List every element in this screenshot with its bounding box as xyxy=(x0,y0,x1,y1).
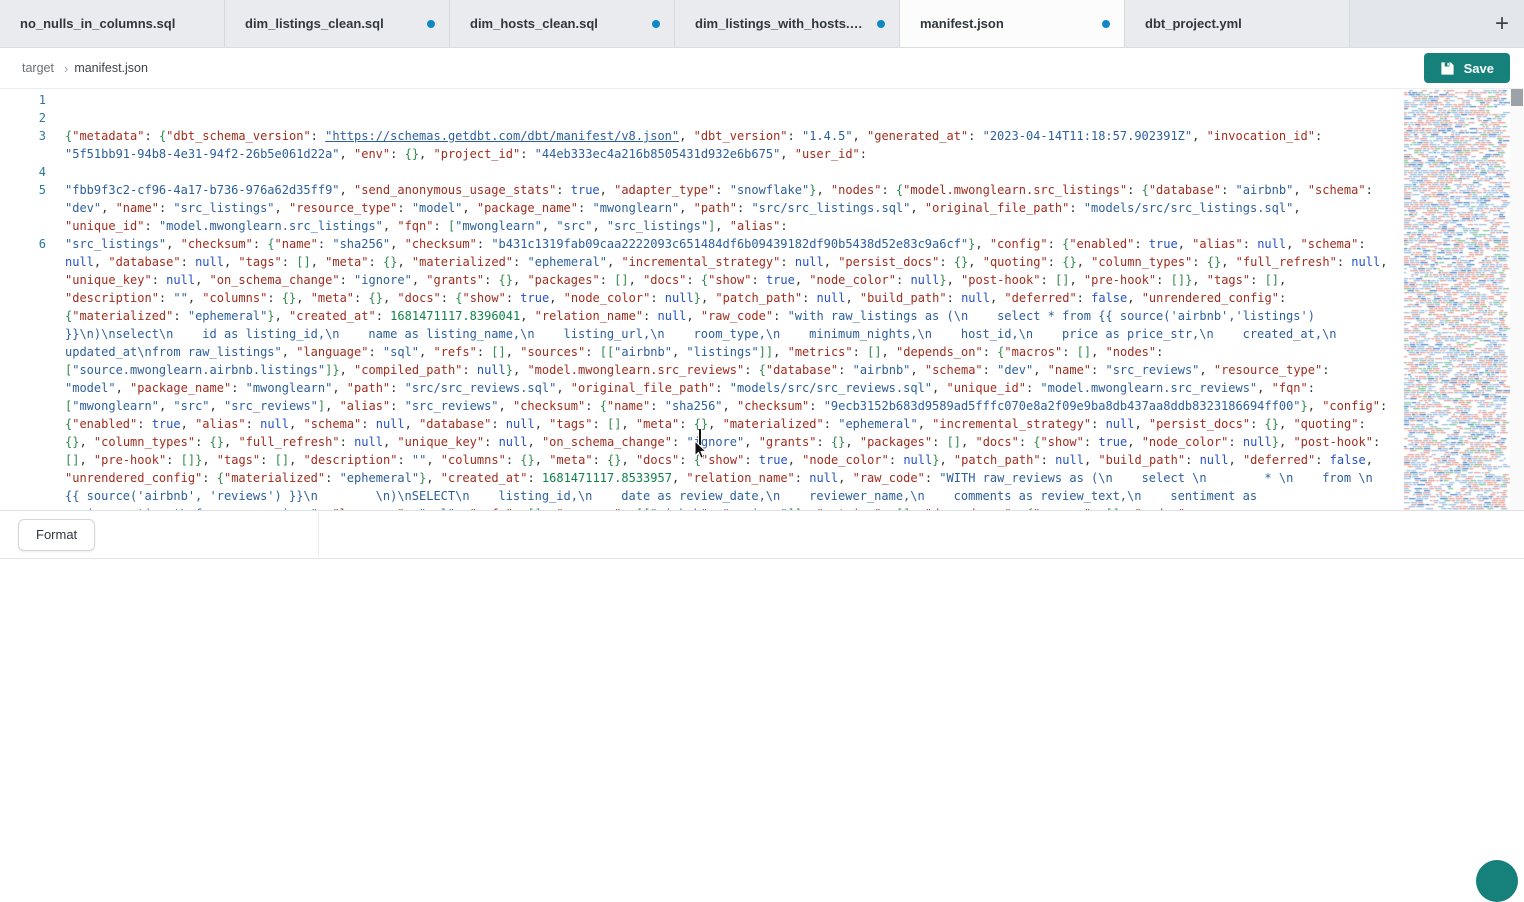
new-tab-button[interactable]: + xyxy=(1480,0,1524,47)
unsaved-indicator-icon[interactable] xyxy=(427,20,435,28)
file-action-bar: target › manifest.json Save xyxy=(0,48,1524,89)
tab-dim-listings-with-hosts-sql[interactable]: dim_listings_with_hosts.sql xyxy=(675,0,900,47)
tab-dim-hosts-clean-sql[interactable]: dim_hosts_clean.sql xyxy=(450,0,675,47)
save-button-label: Save xyxy=(1464,61,1494,76)
code-line[interactable]: 3{"metadata": {"dbt_schema_version": "ht… xyxy=(0,127,1399,163)
code-editor[interactable]: 1 2 3{"metadata": {"dbt_schema_version":… xyxy=(0,89,1524,511)
floppy-disk-icon xyxy=(1440,61,1455,76)
tab-no-nulls-in-columns-sql[interactable]: no_nulls_in_columns.sql xyxy=(0,0,225,47)
line-content[interactable] xyxy=(46,163,1399,181)
tab-label: dbt_project.yml xyxy=(1145,16,1335,31)
code-line[interactable]: 5"fbb9f3c2-cf96-4a17-b736-976a62d35ff9",… xyxy=(0,181,1399,235)
unsaved-indicator-icon[interactable] xyxy=(877,20,885,28)
line-number: 6 xyxy=(0,235,46,510)
tab-label: dim_hosts_clean.sql xyxy=(470,16,642,31)
footer-divider xyxy=(318,512,319,557)
mouse-cursor xyxy=(694,441,708,461)
minimap[interactable] xyxy=(1401,89,1510,511)
code-line[interactable]: 4 xyxy=(0,163,1399,181)
tab-manifest-json[interactable]: manifest.json xyxy=(900,0,1125,47)
line-content[interactable]: "src_listings", "checksum": {"name": "sh… xyxy=(46,235,1399,510)
help-fab[interactable] xyxy=(1476,860,1518,902)
code-line[interactable]: 2 xyxy=(0,109,1399,127)
save-button[interactable]: Save xyxy=(1424,53,1510,83)
editor-footer-bar: Format xyxy=(0,511,1524,559)
tab-label: manifest.json xyxy=(920,16,1092,31)
breadcrumb-segment: target xyxy=(22,61,54,75)
tab-bar: no_nulls_in_columns.sql dim_listings_clea… xyxy=(0,0,1524,48)
line-number: 5 xyxy=(0,181,46,235)
tab-label: no_nulls_in_columns.sql xyxy=(20,16,210,31)
tab-label: dim_listings_clean.sql xyxy=(245,16,417,31)
format-button[interactable]: Format xyxy=(18,519,95,551)
unsaved-indicator-icon[interactable] xyxy=(1102,20,1110,28)
unsaved-indicator-icon[interactable] xyxy=(652,20,660,28)
tab-dbt-project-yml[interactable]: dbt_project.yml xyxy=(1125,0,1350,47)
code-line[interactable]: 6"src_listings", "checksum": {"name": "s… xyxy=(0,235,1399,510)
line-number: 3 xyxy=(0,127,46,163)
code-line[interactable]: 1 xyxy=(0,91,1399,109)
line-content[interactable] xyxy=(46,91,1399,109)
line-number: 1 xyxy=(0,91,46,109)
line-content[interactable] xyxy=(46,109,1399,127)
tab-label: dim_listings_with_hosts.sql xyxy=(695,16,867,31)
breadcrumb-segment: manifest.json xyxy=(74,61,148,75)
tab-dim-listings-clean-sql[interactable]: dim_listings_clean.sql xyxy=(225,0,450,47)
breadcrumb: target › manifest.json xyxy=(22,61,148,76)
breadcrumb-chevron-icon: › xyxy=(64,61,68,76)
editor-scrollbar[interactable] xyxy=(1510,89,1524,510)
line-content[interactable]: {"metadata": {"dbt_schema_version": "htt… xyxy=(46,127,1399,163)
line-content[interactable]: "fbb9f3c2-cf96-4a17-b736-976a62d35ff9", … xyxy=(46,181,1399,235)
open-file-tabs: no_nulls_in_columns.sql dim_listings_clea… xyxy=(0,0,1350,47)
line-number: 4 xyxy=(0,163,46,181)
scrollbar-thumb[interactable] xyxy=(1511,89,1523,106)
line-number: 2 xyxy=(0,109,46,127)
